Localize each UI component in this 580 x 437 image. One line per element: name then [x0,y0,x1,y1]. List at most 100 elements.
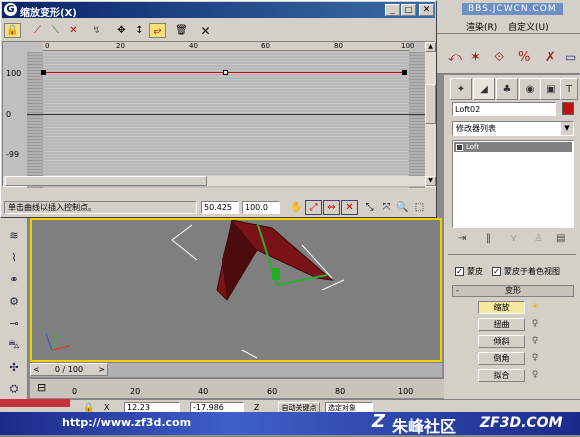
make-unique-icon[interactable]: ⋎ [510,233,517,244]
utilities-tab-icon[interactable]: T [560,78,578,100]
zoom-horizontal-extents-icon[interactable]: ⇔ [323,200,340,215]
delete-control-point-icon[interactable]: 🗑 [173,23,190,38]
toy-icon[interactable]: ⛭ [3,380,25,398]
time-slider-next[interactable]: > [98,364,105,375]
control-point-end[interactable] [402,70,407,75]
menu-render[interactable]: 渲染(R) [466,20,497,33]
zoom-icon[interactable]: 🔍 [394,200,411,215]
skin-checkbox[interactable]: ✓ [455,267,464,276]
fit-deform-button[interactable]: 拟合 [478,369,525,382]
swap-curves-icon[interactable]: ↯ [88,23,105,38]
stack-item-loft[interactable]: Loft [454,142,572,152]
control-point-start[interactable] [41,70,46,75]
toolbar-icon-5[interactable]: ✗ [545,50,561,66]
track-bar[interactable] [30,378,444,398]
skin-shade-checkbox[interactable]: ✓ [492,267,501,276]
reset-curve-icon[interactable]: ✕ [197,23,214,38]
track-tick-0: 0 [72,387,78,396]
vscroll-thumb[interactable] [425,84,436,124]
toolbar-icon-6[interactable]: ▭ [565,50,579,66]
zoom-horizontal-icon[interactable]: ⤡ [361,200,378,215]
gear-icon[interactable]: ⚙ [3,292,25,310]
track-bar-icon[interactable]: ⊟ [37,381,46,394]
bevel-deform-button[interactable]: 倒角 [478,352,525,365]
chain-icon[interactable]: ⚭ [3,270,25,288]
display-x-axis-icon[interactable]: ⟋ [29,23,46,38]
track-tick-40: 40 [198,387,209,396]
horizontal-scrollbar[interactable] [3,176,425,186]
scale-bulb-icon[interactable]: ☀ [530,302,540,312]
close-button[interactable]: ✕ [419,4,434,16]
teeter-bulb-icon[interactable]: ♀ [530,336,540,346]
time-slider-thumb[interactable]: < 0 / 100 > [30,363,108,376]
zoom-region-icon[interactable]: ⬚ [411,200,428,215]
coord-x-label: X [104,403,110,412]
time-slider-frame: 0 / 100 [54,365,84,374]
hierarchy-tab-icon[interactable]: ♣ [496,78,518,100]
y-label-100: 100 [6,69,22,78]
bevel-bulb-icon[interactable]: ♀ [530,353,540,363]
remove-modifier-icon[interactable]: ♙ [534,233,543,244]
display-y-axis-icon[interactable]: ⟍ [47,23,64,38]
world-axis-z [45,333,53,351]
scale-control-point-icon[interactable]: ↕ [131,23,148,38]
fan-icon[interactable]: ✣ [3,358,25,376]
twist-deform-button[interactable]: 扭曲 [478,318,525,331]
maximize-button[interactable]: □ [401,4,416,16]
point-y-field[interactable]: 100.0 [242,201,280,214]
create-tab-icon[interactable]: ✦ [450,78,472,100]
object-name-field[interactable] [452,102,556,116]
modify-tab-icon[interactable]: ◢ [473,78,495,100]
configure-icon[interactable]: ▤ [556,233,565,244]
toolbar-icon-3[interactable]: ⟐ [494,50,510,66]
world-axis-y [51,331,59,351]
hscroll-thumb[interactable] [5,176,207,186]
toolbar-icon-1[interactable]: ⤺ [448,50,464,66]
fit-bulb-icon[interactable]: ♀ [530,370,540,380]
watermark-cn: 朱峰社区 [392,417,457,436]
pin-stack-icon[interactable]: ⇥ [458,233,466,244]
menu-customize[interactable]: 自定义(U) [508,20,549,33]
perspective-viewport[interactable] [30,218,442,362]
move-control-point-icon[interactable]: ✥ [113,23,130,38]
show-end-icon[interactable]: ‖ [486,233,491,244]
zoom-vertical-icon[interactable]: ⤧ [378,200,395,215]
teeter-deform-button[interactable]: 倾斜 [478,335,525,348]
display-xy-axes-icon[interactable]: ✕ [65,23,82,38]
make-symmetrical-icon[interactable]: 🔒 [4,23,21,38]
vscroll-down-arrow[interactable]: ▼ [425,176,436,186]
toolbar-icon-2[interactable]: ✶ [470,50,486,66]
motion-tab-icon[interactable]: ◉ [519,78,541,100]
minimize-button[interactable]: _ [385,4,400,16]
control-point-mid[interactable] [223,70,228,75]
watermark-url-top: BBS.JCWCN.COM [462,3,563,15]
display-tab-icon[interactable]: ▣ [540,78,562,100]
hinge-icon[interactable]: ⊸ [3,314,25,332]
twist-bulb-icon[interactable]: ♀ [530,319,540,329]
toolbar-icon-4[interactable]: % [518,50,534,66]
rope-icon[interactable]: ⌇ [3,248,25,266]
deformation-graph[interactable]: 0 20 40 60 80 100 100 0 -99 ▲ ▼ [2,41,436,188]
car-icon[interactable]: ⛍ [3,336,25,354]
stack-controls: ⇥ ‖ ⋎ ♙ ▤ [448,233,576,247]
ruler-label-60: 60 [261,42,270,50]
vscroll-up-arrow[interactable]: ▲ [425,42,436,52]
expand-icon[interactable] [456,143,463,151]
chevron-down-icon: ▼ [561,122,573,135]
dialog-title: 缩放变形(X) [20,8,77,19]
time-slider-prev[interactable]: < [33,364,40,375]
object-color-swatch[interactable] [562,102,574,115]
vertical-scrollbar[interactable]: ▲ ▼ [425,42,436,186]
zoom-extents-icon[interactable]: ⤢ [305,200,322,215]
deformations-rollout-header[interactable]: - 变形 [452,285,574,297]
point-x-field[interactable]: 50.425 [201,201,239,214]
ruler-label-80: 80 [334,42,343,50]
modifier-list-dropdown[interactable]: 修改器列表 ▼ [452,121,574,136]
spring-icon[interactable]: ≋ [3,226,25,244]
insert-corner-point-icon[interactable]: ⥂ [149,23,166,38]
zoom-vertical-extents-icon[interactable]: ✕ [341,200,358,215]
collapse-icon: - [456,286,459,295]
watermark-url: http://www.zf3d.com [62,416,192,429]
pan-icon[interactable]: ✋ [288,200,305,215]
scale-deform-button[interactable]: 缩放 [478,301,525,314]
